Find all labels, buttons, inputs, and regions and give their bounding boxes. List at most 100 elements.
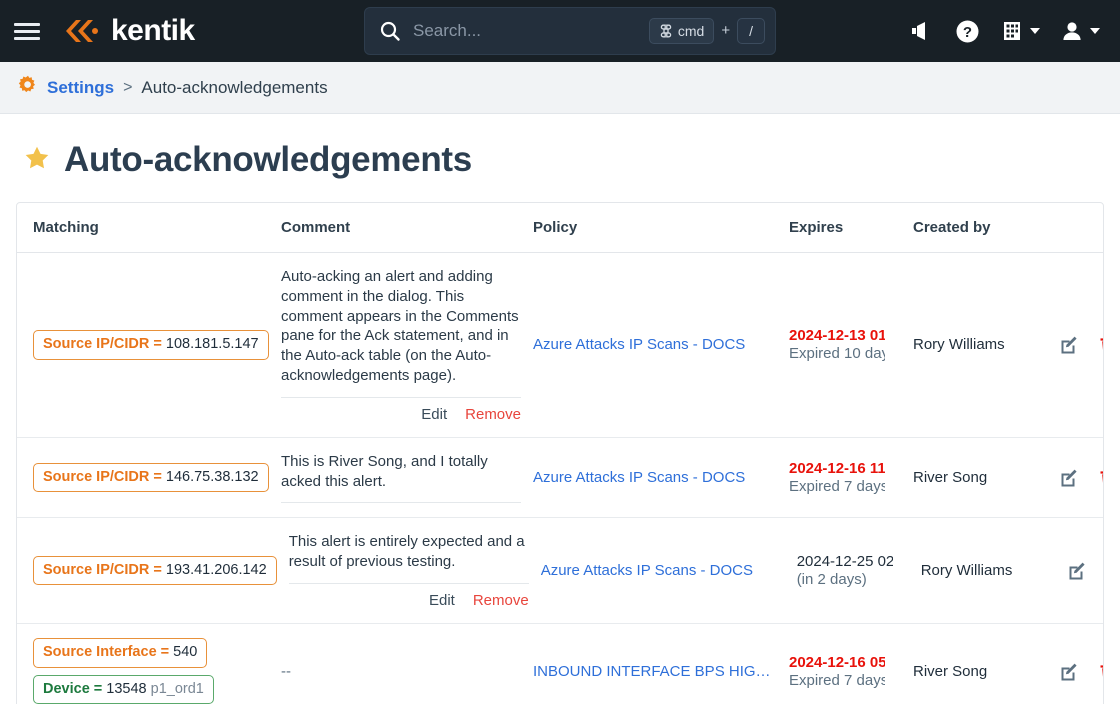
cell-comment: This alert is entirely expected and a re… [289, 518, 541, 623]
help-icon[interactable]: ? [955, 19, 980, 44]
cell-created-by: Rory Williams [921, 518, 1061, 623]
expires-block: 2024-12-13 01:04Expired 10 days ago [789, 327, 885, 362]
match-tag-value: 13548 [106, 681, 146, 697]
comment-remove-link[interactable]: Remove [465, 406, 521, 423]
svg-text:?: ? [963, 24, 972, 41]
breadcrumb-separator: > [123, 79, 132, 97]
chevron-down-icon [1030, 28, 1040, 34]
page-header: Auto-acknowledgements [0, 114, 1120, 202]
policy-link[interactable]: Azure Attacks IP Scans - DOCS [541, 562, 753, 579]
cell-actions [1053, 253, 1104, 437]
cell-expires: 2024-12-16 05:00Expired 7 days ago [789, 624, 913, 704]
match-tag-value: 540 [173, 644, 197, 660]
user-icon [1060, 19, 1084, 43]
comment-actions: Edit Remove [289, 592, 529, 609]
breadcrumb-settings-link[interactable]: Settings [47, 78, 114, 98]
settings-gear-icon[interactable] [18, 75, 38, 100]
table-body: Source IP/CIDR = 108.181.5.147 Auto-ackin… [17, 253, 1103, 704]
chevron-down-icon [1090, 28, 1100, 34]
policy-link[interactable]: Azure Attacks IP Scans - DOCS [533, 336, 745, 353]
match-tag-value: 108.181.5.147 [166, 336, 259, 352]
comment-text: This is River Song, and I totally acked … [281, 452, 521, 492]
breadcrumb-current: Auto-acknowledgements [141, 78, 327, 98]
table-row: Source IP/CIDR = 108.181.5.147 Auto-ackin… [17, 253, 1103, 438]
match-tag-list: Source Interface = 540 Device = 13548 p1_… [33, 638, 214, 704]
cell-policy: INBOUND INTERFACE BPS HIGH - ... [533, 624, 789, 704]
cell-comment: Auto-acking an alert and adding comment … [281, 253, 533, 437]
comment-text: This alert is entirely expected and a re… [289, 532, 529, 572]
column-header-expires: Expires [789, 203, 913, 252]
match-tag[interactable]: Source IP/CIDR = 193.41.206.142 [33, 556, 277, 586]
comment-divider [281, 397, 521, 398]
cell-actions [1061, 518, 1104, 623]
policy-link[interactable]: INBOUND INTERFACE BPS HIGH - ... [533, 663, 773, 680]
match-tag-value: 146.75.38.132 [166, 469, 259, 485]
user-menu[interactable] [1060, 19, 1100, 43]
cell-expires: 2024-12-16 11:23Expired 7 days ago [789, 438, 913, 518]
cell-matching: Source IP/CIDR = 193.41.206.142 [17, 518, 289, 623]
comment-block: Auto-acking an alert and adding comment … [281, 267, 521, 423]
column-header-actions [1053, 203, 1103, 252]
company-menu[interactable] [1000, 19, 1040, 43]
search-input[interactable] [413, 21, 649, 41]
cell-matching: Source IP/CIDR = 146.75.38.132 [17, 438, 281, 518]
table-row: Source Interface = 540 Device = 13548 p1_… [17, 624, 1103, 704]
edit-icon[interactable] [1059, 662, 1078, 681]
global-search-box[interactable]: cmd + / [364, 7, 776, 55]
match-tag-sub: p1_ord1 [151, 681, 204, 697]
created-by-name: River Song [913, 469, 987, 486]
comment-text: Auto-acking an alert and adding comment … [281, 267, 521, 386]
edit-icon[interactable] [1059, 335, 1078, 354]
edit-icon[interactable] [1067, 561, 1086, 580]
kentik-chevron-icon [60, 16, 102, 46]
delete-icon[interactable] [1098, 335, 1104, 354]
comment-edit-link[interactable]: Edit [421, 406, 447, 423]
expires-relative: (in 2 days) [797, 571, 893, 588]
brand-name: kentik [111, 14, 195, 48]
comment-remove-link[interactable]: Remove [473, 592, 529, 609]
expires-relative: Expired 7 days ago [789, 672, 885, 689]
favorite-star-icon[interactable] [24, 145, 50, 176]
cell-actions [1053, 624, 1104, 704]
cell-expires: 2024-12-25 02:21(in 2 days) [797, 518, 921, 623]
created-by-name: River Song [913, 663, 987, 680]
edit-icon[interactable] [1059, 468, 1078, 487]
policy-link[interactable]: Azure Attacks IP Scans - DOCS [533, 469, 745, 486]
cell-comment: This is River Song, and I totally acked … [281, 438, 533, 518]
auto-acknowledgements-table: Matching Comment Policy Expires Created … [16, 202, 1104, 704]
delete-icon[interactable] [1098, 662, 1104, 681]
column-header-created-by: Created by [913, 203, 1053, 252]
created-by-name: Rory Williams [921, 562, 1013, 579]
cell-matching: Source Interface = 540 Device = 13548 p1_… [17, 624, 281, 704]
kentik-logo[interactable]: kentik [60, 14, 195, 48]
search-shortcut-hint: cmd + / [649, 18, 765, 45]
column-header-comment: Comment [281, 203, 533, 252]
match-tag-key: Device = [43, 681, 102, 697]
comment-divider [289, 583, 529, 584]
expires-date: 2024-12-13 01:04 [789, 327, 885, 344]
match-tag-key: Source IP/CIDR = [43, 336, 162, 352]
column-header-matching: Matching [17, 203, 281, 252]
cell-policy: Azure Attacks IP Scans - DOCS [533, 438, 789, 518]
match-tag[interactable]: Source IP/CIDR = 146.75.38.132 [33, 463, 269, 493]
cell-policy: Azure Attacks IP Scans - DOCS [541, 518, 797, 623]
match-tag[interactable]: Source IP/CIDR = 108.181.5.147 [33, 330, 269, 360]
comment-empty: -- [281, 663, 291, 680]
kbd-cmd-label: cmd [678, 23, 704, 40]
kbd-cmd: cmd [649, 18, 714, 45]
match-tag-list: Source IP/CIDR = 108.181.5.147 [33, 330, 269, 360]
match-tag[interactable]: Source Interface = 540 [33, 638, 207, 668]
announcements-icon[interactable] [909, 19, 935, 43]
comment-edit-link[interactable]: Edit [429, 592, 455, 609]
match-tag-key: Source IP/CIDR = [43, 562, 162, 578]
cell-actions [1053, 438, 1104, 518]
delete-icon[interactable] [1098, 468, 1104, 487]
page-title: Auto-acknowledgements [64, 140, 472, 180]
match-tag-key: Source IP/CIDR = [43, 469, 162, 485]
match-tag-list: Source IP/CIDR = 193.41.206.142 [33, 556, 277, 586]
hamburger-menu-icon[interactable] [14, 17, 42, 45]
comment-divider [281, 502, 521, 503]
match-tag[interactable]: Device = 13548 p1_ord1 [33, 675, 214, 704]
kbd-plus: + [721, 22, 730, 39]
breadcrumb: Settings > Auto-acknowledgements [0, 62, 1120, 114]
